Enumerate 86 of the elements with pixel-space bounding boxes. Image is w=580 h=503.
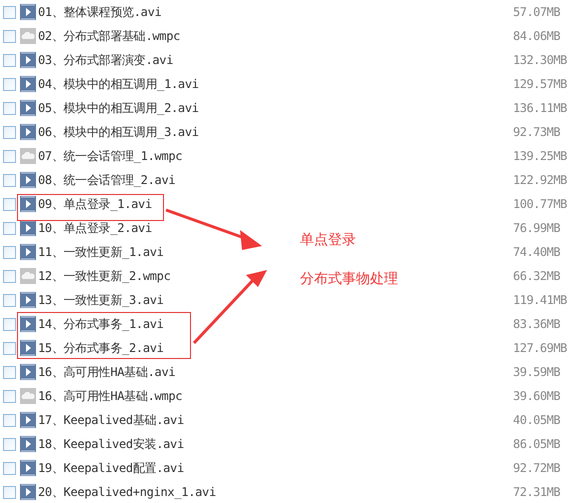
file-size: 129.57MB (513, 76, 568, 93)
checkbox[interactable] (3, 126, 16, 138)
video-file-icon (20, 364, 36, 380)
file-size: 39.59MB (513, 364, 562, 381)
file-name[interactable]: 10、单点登录_2.avi (38, 219, 152, 237)
checkbox[interactable] (3, 198, 16, 210)
checkbox[interactable] (3, 246, 16, 258)
checkbox[interactable] (3, 414, 16, 426)
checkbox[interactable] (3, 270, 16, 282)
video-file-icon (20, 316, 36, 332)
checkbox[interactable] (3, 486, 16, 498)
video-file-icon (20, 340, 36, 356)
file-size: 92.72MB (513, 460, 562, 477)
file-name[interactable]: 18、Keepalived安装.avi (38, 435, 184, 453)
file-size: 119.41MB (513, 292, 568, 309)
checkbox[interactable] (3, 366, 16, 378)
file-name[interactable]: 04、模块中的相互调用_1.avi (38, 75, 199, 93)
video-file-icon (20, 460, 36, 476)
checkbox[interactable] (3, 438, 16, 450)
file-name[interactable]: 11、一致性更新_1.avi (38, 243, 164, 261)
file-size: 39.60MB (513, 388, 562, 405)
file-size: 92.73MB (513, 124, 562, 141)
file-size: 57.07MB (513, 4, 562, 21)
file-size: 122.92MB (513, 172, 568, 189)
file-name[interactable]: 08、统一会话管理_2.avi (38, 171, 176, 189)
video-file-icon (20, 100, 36, 116)
checkbox[interactable] (3, 318, 16, 330)
annotation-text: 单点登录 (300, 231, 357, 250)
cloud-file-icon (20, 28, 36, 44)
video-file-icon (20, 76, 36, 92)
checkbox[interactable] (3, 390, 16, 402)
file-size: 66.32MB (513, 268, 562, 285)
file-name[interactable]: 07、统一会话管理_1.wmpc (38, 147, 182, 165)
video-file-icon (20, 196, 36, 212)
file-name[interactable]: 17、Keepalived基础.avi (38, 411, 184, 429)
file-name[interactable]: 16、高可用性HA基础.avi (38, 363, 176, 381)
video-file-icon (20, 292, 36, 308)
file-size: 76.99MB (513, 220, 562, 237)
file-size: 86.05MB (513, 436, 562, 453)
checkbox[interactable] (3, 30, 16, 42)
file-size: 132.30MB (513, 52, 568, 69)
video-file-icon (20, 220, 36, 236)
file-name[interactable]: 01、整体课程预览.avi (38, 3, 162, 21)
video-file-icon (20, 436, 36, 452)
video-file-icon (20, 4, 36, 20)
file-name[interactable]: 05、模块中的相互调用_2.avi (38, 99, 199, 117)
annotation-text: 分布式事物处理 (300, 270, 398, 289)
file-name[interactable]: 09、单点登录_1.avi (38, 195, 152, 213)
checkbox[interactable] (3, 342, 16, 354)
checkbox[interactable] (3, 150, 16, 162)
file-name[interactable]: 15、分布式事务_2.avi (38, 339, 164, 357)
file-name[interactable]: 13、一致性更新_3.avi (38, 291, 164, 309)
file-name[interactable]: 14、分布式事务_1.avi (38, 315, 164, 333)
file-name[interactable]: 06、模块中的相互调用_3.avi (38, 123, 199, 141)
cloud-file-icon (20, 268, 36, 284)
checkbox[interactable] (3, 174, 16, 186)
file-name[interactable]: 19、Keepalived配置.avi (38, 459, 184, 477)
file-name[interactable]: 02、分布式部署基础.wmpc (38, 27, 180, 45)
video-file-icon (20, 124, 36, 140)
video-file-icon (20, 244, 36, 260)
file-size: 72.31MB (513, 484, 562, 501)
file-size: 139.25MB (513, 148, 568, 165)
file-size: 83.36MB (513, 316, 562, 333)
checkbox[interactable] (3, 102, 16, 114)
video-file-icon (20, 484, 36, 500)
cloud-file-icon (20, 388, 36, 404)
video-file-icon (20, 52, 36, 68)
video-file-icon (20, 172, 36, 188)
video-file-icon (20, 412, 36, 428)
file-name[interactable]: 12、一致性更新_2.wmpc (38, 267, 171, 285)
file-size: 40.05MB (513, 412, 562, 429)
file-size: 136.11MB (513, 100, 568, 117)
file-name[interactable]: 16、高可用性HA基础.wmpc (38, 387, 182, 405)
checkbox[interactable] (3, 78, 16, 90)
checkbox[interactable] (3, 294, 16, 306)
checkbox[interactable] (3, 54, 16, 66)
file-size: 84.06MB (513, 28, 562, 45)
checkbox[interactable] (3, 222, 16, 234)
checkbox[interactable] (3, 6, 16, 18)
file-size: 100.77MB (513, 196, 568, 213)
file-size: 127.69MB (513, 340, 568, 357)
cloud-file-icon (20, 148, 36, 164)
checkbox[interactable] (3, 462, 16, 474)
file-size: 74.40MB (513, 244, 562, 261)
file-name[interactable]: 20、Keepalived+nginx_1.avi (38, 483, 216, 501)
file-name[interactable]: 03、分布式部署演变.avi (38, 51, 174, 69)
